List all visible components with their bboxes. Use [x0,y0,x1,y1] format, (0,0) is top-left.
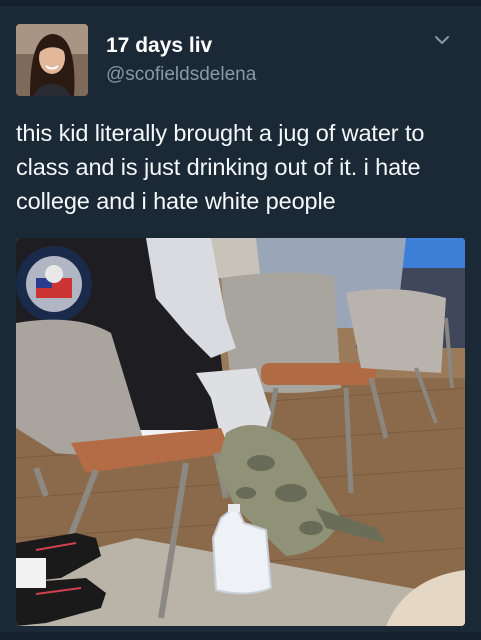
user-handle[interactable]: @scofieldsdelena [106,64,256,86]
tweet-photo[interactable] [16,238,465,626]
tweet-card: 17 days liv @scofieldsdelena this kid li… [0,0,481,640]
chevron-down-icon[interactable] [434,34,450,46]
display-name[interactable]: 17 days liv [106,34,212,58]
top-divider [0,0,481,6]
bottom-divider [0,632,481,640]
avatar[interactable] [16,24,88,96]
classroom-photo [16,238,465,626]
profile-photo [16,24,88,96]
tweet-text: this kid literally brought a jug of wate… [16,120,425,214]
